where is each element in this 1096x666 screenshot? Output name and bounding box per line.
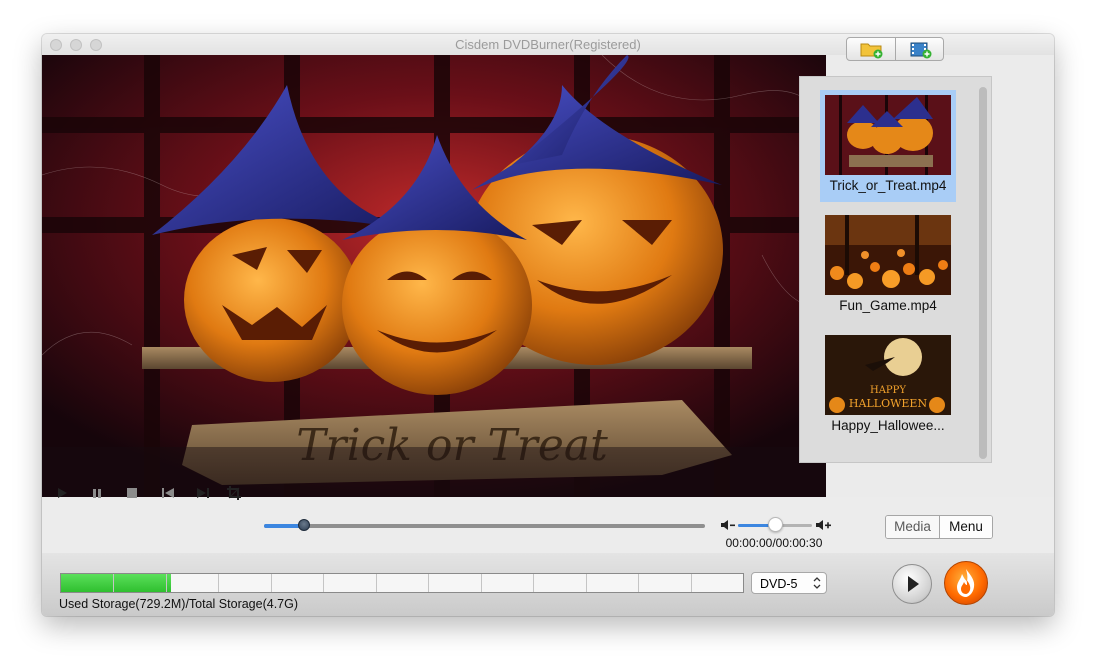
preview-play-button[interactable] (892, 564, 932, 604)
time-display: 00:00:00/00:00:30 (725, 536, 823, 550)
crop-icon (227, 486, 241, 500)
volume-down-button[interactable] (718, 516, 738, 534)
video-preview[interactable]: Trick or Treat (42, 55, 826, 497)
thumbnail-image: HAPPY HALLOWEEN (825, 335, 951, 415)
storage-used-fill (61, 574, 172, 592)
previous-button[interactable] (158, 484, 178, 502)
add-video-button[interactable] (896, 38, 943, 60)
preview-frame: Trick or Treat (42, 55, 826, 497)
thumbnail-image (825, 215, 951, 295)
burn-button[interactable] (944, 561, 988, 605)
play-button[interactable] (52, 484, 72, 502)
view-toggle: Media Menu (885, 515, 993, 539)
storage-segment-divider (586, 574, 587, 592)
playback-progress-slider[interactable] (264, 519, 705, 531)
add-media-toolbar (846, 37, 944, 61)
svg-text:HALLOWEEN: HALLOWEEN (849, 397, 928, 410)
crop-button[interactable] (224, 484, 244, 502)
menu-tab[interactable]: Menu (940, 516, 992, 538)
media-tab[interactable]: Media (886, 516, 939, 538)
pause-icon (93, 489, 101, 498)
volume-down-icon (721, 520, 735, 530)
storage-segment-divider (533, 574, 534, 592)
disc-type-select[interactable]: DVD-5 (751, 572, 827, 594)
storage-segment-divider (323, 574, 324, 592)
storage-bar (60, 573, 744, 593)
disc-type-value: DVD-5 (760, 577, 798, 591)
pause-button[interactable] (87, 484, 107, 502)
storage-segment-divider (271, 574, 272, 592)
volume-up-icon (816, 520, 831, 530)
storage-segment-divider (113, 574, 114, 592)
storage-segment-divider (691, 574, 692, 592)
progress-handle[interactable] (297, 519, 310, 531)
media-list-item[interactable]: HAPPY HALLOWEEN Happy_Hallowee... (820, 330, 956, 442)
volume-handle[interactable] (768, 517, 783, 532)
storage-segment-divider (218, 574, 219, 592)
volume-slider[interactable] (738, 517, 812, 532)
previous-icon (162, 488, 174, 498)
storage-segment-divider (428, 574, 429, 592)
media-item-label: Happy_Hallowee... (831, 418, 945, 433)
storage-segment-divider (166, 574, 167, 592)
stop-icon (127, 488, 137, 498)
svg-text:HAPPY: HAPPY (870, 385, 906, 396)
thumbnail-image (825, 95, 951, 175)
storage-segment-divider (638, 574, 639, 592)
next-button[interactable] (193, 484, 213, 502)
stop-button[interactable] (122, 484, 142, 502)
media-list-scrollbar[interactable] (979, 87, 987, 459)
chevron-updown-icon (813, 577, 821, 589)
storage-segment-divider (376, 574, 377, 592)
volume-up-button[interactable] (814, 516, 834, 534)
add-folder-button[interactable] (847, 38, 895, 60)
media-item-label: Trick_or_Treat.mp4 (829, 178, 947, 193)
film-add-icon (910, 42, 932, 59)
storage-segment-divider (481, 574, 482, 592)
next-icon (197, 488, 209, 498)
flame-icon (957, 569, 975, 597)
storage-text: Used Storage(729.2M)/Total Storage(4.7G) (59, 597, 299, 611)
media-item-label: Fun_Game.mp4 (839, 298, 937, 313)
media-list-item[interactable]: Fun_Game.mp4 (820, 210, 956, 322)
play-icon (908, 576, 919, 592)
folder-add-icon (860, 43, 883, 59)
media-list: Trick_or_Treat.mp4 Fun_Game.mp4 HAPPY HA… (799, 76, 992, 463)
play-icon (58, 488, 67, 498)
media-list-item[interactable]: Trick_or_Treat.mp4 (820, 90, 956, 202)
